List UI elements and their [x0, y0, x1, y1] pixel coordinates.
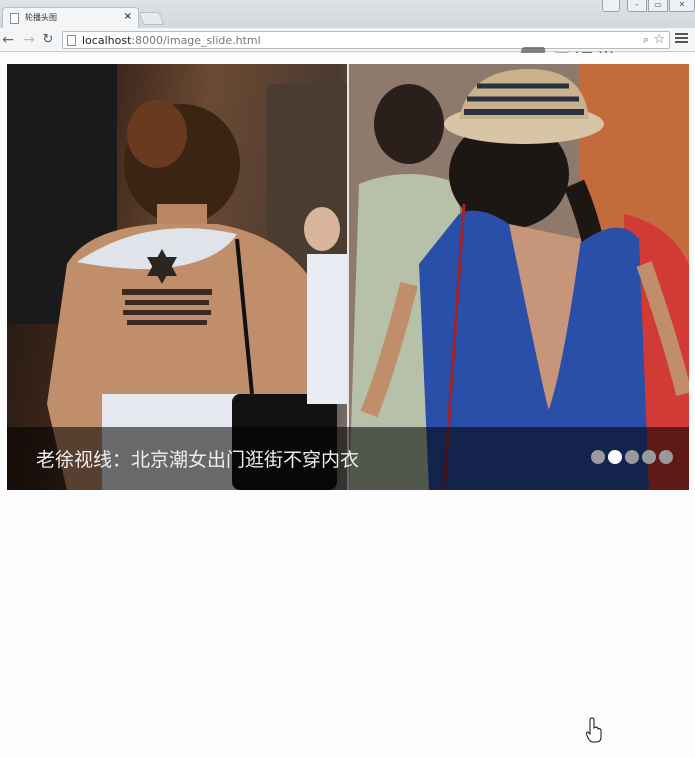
bookmark-star-icon[interactable]: ☆	[653, 32, 665, 47]
slide-indicator-dots	[588, 450, 673, 464]
tab-close-icon[interactable]: ×	[124, 11, 132, 22]
zoom-magnifier-icon[interactable]: ⌕	[643, 33, 649, 47]
minimize-button[interactable]: –	[627, 0, 647, 12]
tab-strip: 轮播头图 × – ▭ ✕	[0, 0, 695, 28]
slide-dot-5[interactable]	[659, 450, 673, 464]
page-favicon-icon	[10, 13, 19, 24]
url-text[interactable]: localhost:8000/image_slide.html	[82, 34, 261, 47]
image-slider[interactable]: 老徐视线：北京潮女出门逛街不穿内衣	[7, 64, 689, 490]
url-host: localhost	[82, 34, 132, 47]
maximize-button[interactable]: ▭	[648, 0, 668, 12]
page-icon	[67, 35, 76, 46]
hand-cursor-icon	[586, 717, 602, 743]
browser-tab[interactable]: 轮播头图 ×	[2, 7, 139, 28]
new-tab-button[interactable]	[138, 12, 165, 25]
slide-dot-3[interactable]	[625, 450, 639, 464]
slide-caption[interactable]: 老徐视线：北京潮女出门逛街不穿内衣	[36, 445, 359, 472]
slide-dot-4[interactable]	[642, 450, 656, 464]
forward-arrow-icon[interactable]: →	[21, 31, 37, 49]
menu-hamburger-icon[interactable]	[675, 33, 688, 46]
page-viewport: 老徐视线：北京潮女出门逛街不穿内衣	[0, 53, 695, 757]
reload-icon[interactable]: ↻	[40, 31, 56, 49]
close-window-button[interactable]: ✕	[669, 0, 695, 12]
window-controls: – ▭ ✕	[601, 0, 695, 12]
slide-dot-2[interactable]	[608, 450, 622, 464]
slide-dot-1[interactable]	[591, 450, 605, 464]
caption-bar: 老徐视线：北京潮女出门逛街不穿内衣	[7, 427, 689, 490]
tab-title: 轮播头图	[25, 13, 57, 22]
user-profile-button[interactable]	[602, 0, 620, 12]
url-path: :8000/image_slide.html	[131, 34, 261, 47]
back-arrow-icon[interactable]: ←	[0, 31, 16, 49]
